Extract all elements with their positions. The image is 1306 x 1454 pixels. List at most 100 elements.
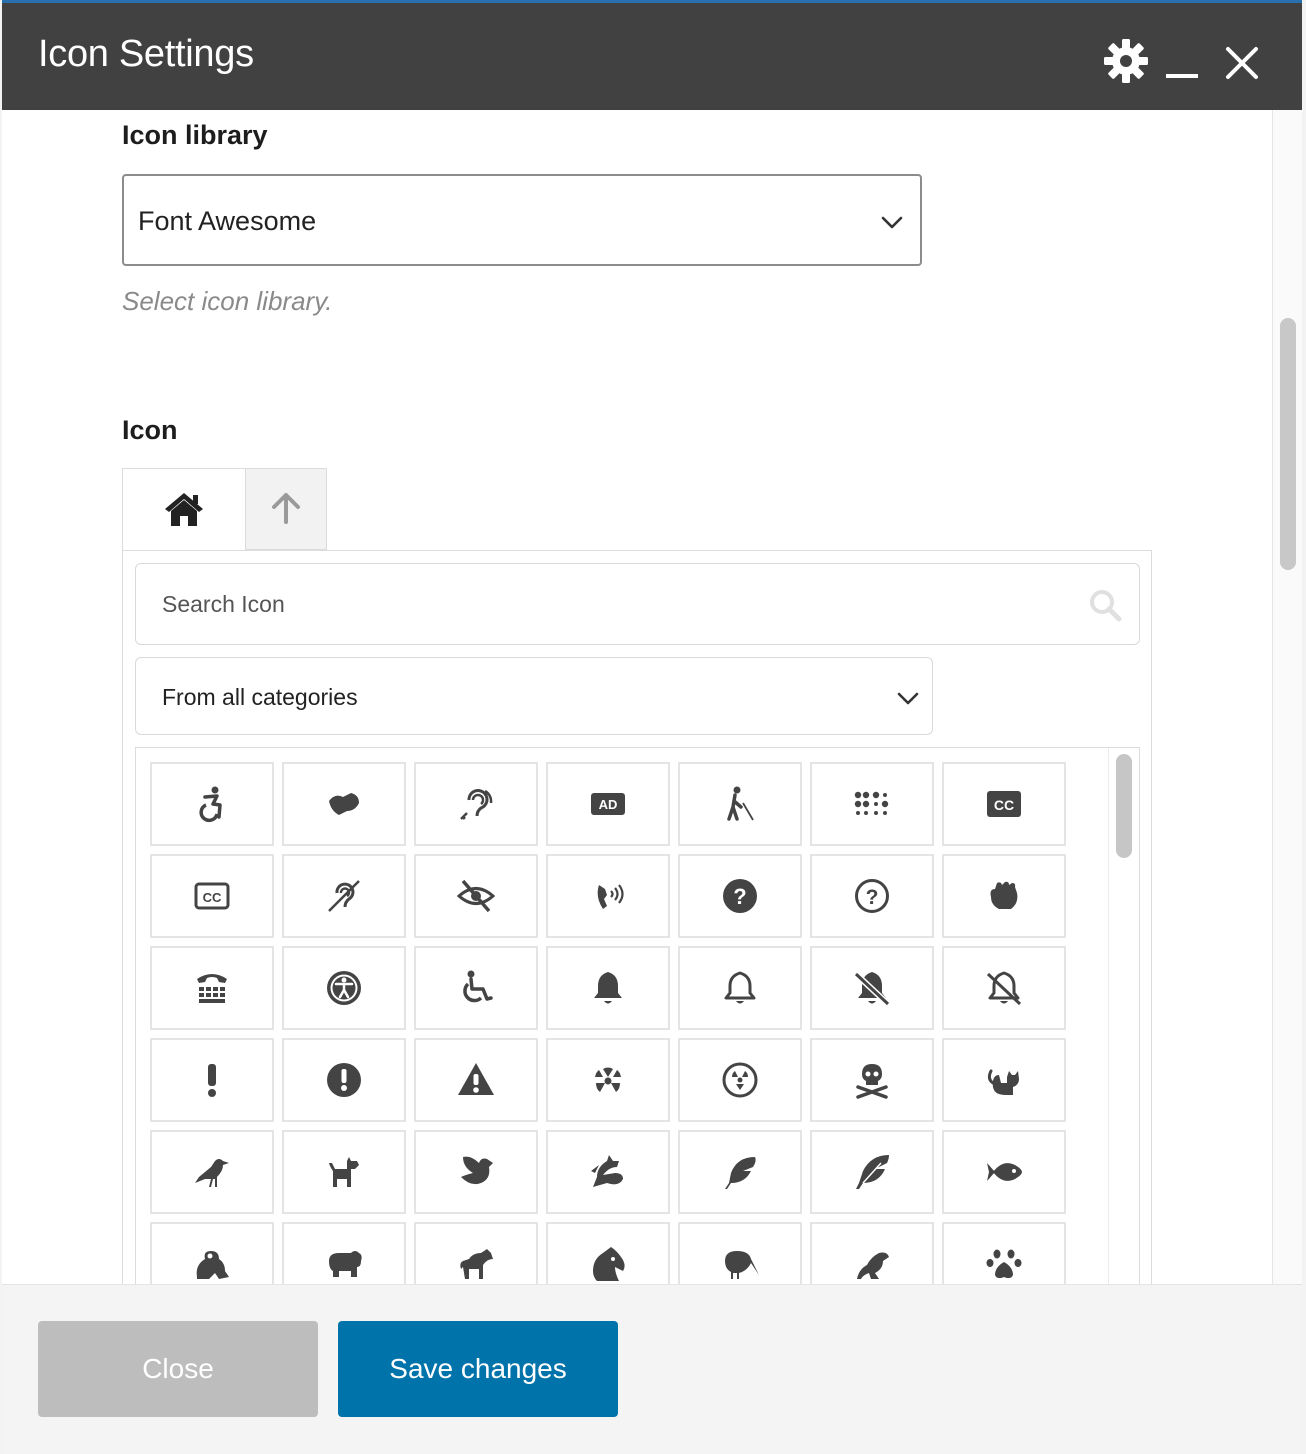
dialog-footer: Close Save changes	[2, 1284, 1302, 1454]
tab-home[interactable]	[122, 468, 246, 552]
icon-grid-cell[interactable]	[546, 1222, 670, 1284]
home-icon	[165, 493, 203, 526]
icon-grid-cell[interactable]	[546, 854, 670, 938]
bell-slash-icon	[853, 971, 891, 1007]
icon-picker-panel: From all categories AD CC CC??	[122, 550, 1152, 1284]
close-icon[interactable]	[1220, 41, 1264, 85]
icon-grid: AD CC CC??	[135, 747, 1140, 1284]
gear-icon[interactable]	[1102, 37, 1150, 85]
icon-grid-cell[interactable]	[810, 1222, 934, 1284]
icon-library-selected-value: Font Awesome	[138, 206, 317, 236]
crow-icon	[195, 1159, 229, 1187]
search-box	[135, 563, 1140, 645]
icon-grid-cell[interactable]	[150, 1038, 274, 1122]
icon-grid-cell[interactable]	[282, 762, 406, 846]
icon-grid-cell[interactable]	[942, 946, 1066, 1030]
close-button[interactable]: Close	[38, 1321, 318, 1417]
icon-grid-cell[interactable]	[678, 1038, 802, 1122]
icon-grid-cell[interactable]	[282, 1038, 406, 1122]
icon-grid-cell[interactable]	[150, 1222, 274, 1284]
dialog-title: Icon Settings	[38, 33, 254, 75]
icon-grid-cell[interactable]	[942, 1038, 1066, 1122]
icon-grid-cell[interactable]	[810, 1130, 934, 1214]
icon-grid-cell[interactable]: AD	[546, 762, 670, 846]
icon-grid-cell[interactable]	[282, 1130, 406, 1214]
accessible-icon	[199, 786, 222, 823]
icon-grid-cell[interactable]	[414, 946, 538, 1030]
audio-description-icon: AD	[591, 793, 625, 815]
icon-grid-cell[interactable]	[942, 1130, 1066, 1214]
fish-icon	[987, 1163, 1022, 1181]
svg-text:CC: CC	[994, 797, 1014, 813]
dove-icon	[461, 1156, 493, 1185]
svg-text:AD: AD	[599, 797, 618, 812]
arrow-up-icon	[272, 493, 300, 524]
icon-grid-cell[interactable]	[678, 946, 802, 1030]
search-input[interactable]	[136, 564, 1139, 644]
sign-language-icon	[990, 881, 1018, 909]
icon-grid-cell[interactable]	[810, 762, 934, 846]
closed-captioning-icon: CC	[987, 791, 1021, 817]
icon-grid-cell[interactable]	[414, 854, 538, 938]
icon-grid-cell[interactable]	[942, 854, 1066, 938]
icon-grid-cell[interactable]	[678, 1222, 802, 1284]
icon-grid-cell[interactable]: ?	[810, 854, 934, 938]
frog-icon	[196, 1251, 229, 1279]
icon-grid-scrollbar-thumb[interactable]	[1116, 754, 1132, 858]
icon-grid-cell[interactable]: ?	[678, 854, 802, 938]
assistive-listening-systems-icon	[460, 789, 493, 820]
icon-grid-cell[interactable]	[810, 946, 934, 1030]
otter-icon	[857, 1252, 889, 1279]
skull-crossbones-icon	[856, 1064, 888, 1099]
icon-grid-cell[interactable]	[414, 1038, 538, 1122]
icon-grid-cell[interactable]	[414, 762, 538, 846]
icon-grid-cell[interactable]	[546, 1038, 670, 1122]
save-changes-button[interactable]: Save changes	[338, 1321, 618, 1417]
closed-captioning-outline-icon: CC	[194, 882, 230, 910]
bell-icon	[594, 972, 622, 1004]
icon-grid-cell[interactable]	[678, 1130, 802, 1214]
search-icon	[1090, 590, 1122, 622]
icon-grid-cell[interactable]	[546, 946, 670, 1030]
icon-grid-cell[interactable]	[810, 1038, 934, 1122]
icon-grid-cell[interactable]	[942, 1222, 1066, 1284]
paw-icon	[986, 1249, 1022, 1279]
icon-library-select[interactable]: Font Awesome	[122, 174, 922, 266]
braille-icon	[854, 791, 889, 815]
bell-slash-outline-icon	[986, 971, 1022, 1006]
cat-icon	[987, 1069, 1019, 1095]
category-select[interactable]: From all categories	[135, 657, 933, 735]
svg-text:CC: CC	[203, 890, 222, 905]
dialog-scroll-area	[1272, 110, 1302, 1284]
dialog-titlebar: Icon Settings	[2, 3, 1302, 110]
icon-grid-cell[interactable]	[546, 1130, 670, 1214]
window-right-edge	[1302, 0, 1306, 1454]
icon-grid-cell[interactable]	[150, 1130, 274, 1214]
chevron-down-icon	[881, 216, 903, 229]
icon-grid-cell[interactable]	[282, 854, 406, 938]
svg-text:?: ?	[866, 886, 879, 909]
american-sign-language-interpreting-icon	[329, 793, 359, 815]
icon-grid-cell[interactable]	[150, 946, 274, 1030]
minimize-icon[interactable]	[1162, 33, 1202, 83]
tab-up[interactable]	[245, 468, 327, 550]
category-selected-value: From all categories	[162, 684, 358, 710]
kiwi-bird-icon	[725, 1251, 759, 1279]
blind-icon	[727, 786, 754, 821]
dialog-scrollbar-thumb[interactable]	[1280, 318, 1296, 570]
icon-grid-cell[interactable]	[150, 762, 274, 846]
icon-grid-cell[interactable]	[678, 762, 802, 846]
icon-grid-cell[interactable]: CC	[942, 762, 1066, 846]
icon-grid-cell[interactable]	[282, 946, 406, 1030]
icon-grid-cell[interactable]	[282, 1222, 406, 1284]
icon-library-help: Select icon library.	[122, 286, 333, 316]
icon-grid-cell[interactable]	[414, 1222, 538, 1284]
icon-grid-cell[interactable]	[414, 1130, 538, 1214]
hippo-icon	[329, 1251, 362, 1277]
radiation-icon	[595, 1067, 621, 1092]
icon-grid-cell[interactable]: CC	[150, 854, 274, 938]
deaf-icon	[328, 880, 360, 912]
bell-outline-icon	[724, 971, 756, 1004]
horse-icon	[460, 1249, 493, 1279]
feather-icon	[725, 1157, 756, 1189]
